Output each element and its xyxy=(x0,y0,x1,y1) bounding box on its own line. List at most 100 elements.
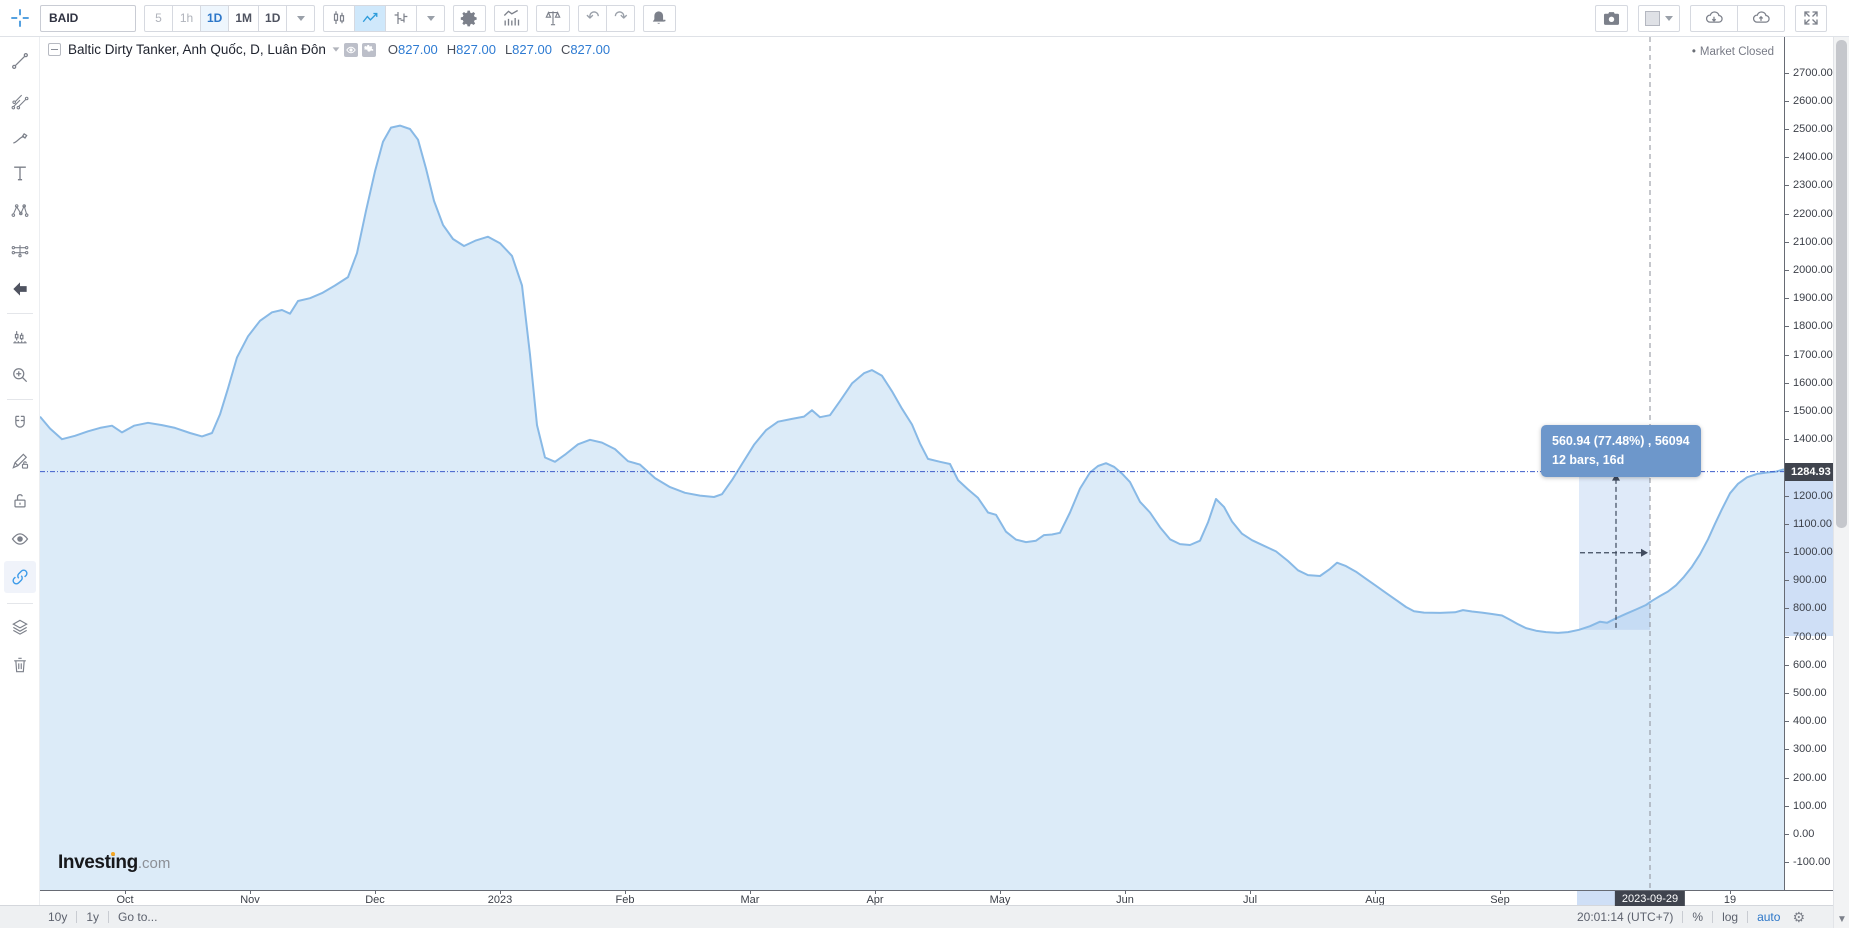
back-arrow-button[interactable] xyxy=(4,273,36,305)
brush-tool[interactable] xyxy=(4,122,36,154)
investing-logo[interactable]: Investing.com xyxy=(58,852,170,874)
zoom-in-tool[interactable] xyxy=(4,359,36,391)
indicators-button[interactable] xyxy=(494,4,529,32)
range-button-go-to-[interactable]: Go to... xyxy=(118,910,157,924)
undo-icon: ↶ xyxy=(586,9,600,26)
measure-tooltip: 560.94 (77.48%) , 56094 12 bars, 16d xyxy=(1541,425,1701,477)
axis-mode-log[interactable]: log xyxy=(1722,910,1738,924)
unlock-tool[interactable] xyxy=(4,485,36,517)
legend-eye-icon[interactable] xyxy=(343,42,358,57)
chart-application: 51h1D1M1D xyxy=(0,0,1849,928)
clock-label[interactable]: 20:01:14 (UTC+7) xyxy=(1577,910,1673,924)
time-axis-tick xyxy=(750,891,751,894)
open-label: O xyxy=(387,42,399,57)
trend-line-tool[interactable] xyxy=(4,45,36,77)
time-axis[interactable]: Oct Nov Dec 2023 Feb Mar Apr May Jun Jul Aug Sep 19 … xyxy=(40,890,1833,906)
interval-dropdown-button[interactable] xyxy=(286,4,316,32)
pitchfork-tool[interactable] xyxy=(4,85,36,117)
caret-down-icon[interactable] xyxy=(332,47,340,52)
time-axis-tick xyxy=(125,891,126,894)
text-tool[interactable] xyxy=(4,157,36,189)
crosshair-date-label: 2023-09-29 xyxy=(1614,891,1686,906)
range-button-1y[interactable]: 1y xyxy=(86,910,99,924)
load-chart-button[interactable] xyxy=(1690,4,1738,32)
screenshot-camera-button[interactable] xyxy=(1595,4,1628,32)
caret-down-icon xyxy=(426,15,435,21)
bottom-toolbar: 10y 1y Go to... 20:01:14 (UTC+7) % log auto … xyxy=(0,905,1833,928)
legend-title[interactable]: Baltic Dirty Tanker, Anh Quốc, D, Luân Đ… xyxy=(68,42,326,57)
chart-legend: Baltic Dirty Tanker, Anh Quốc, D, Luân Đ… xyxy=(48,42,619,57)
crosshair-logo-icon xyxy=(0,7,40,29)
link-tool[interactable] xyxy=(4,561,36,593)
candlestick-style-button[interactable] xyxy=(323,4,356,32)
time-axis-tick xyxy=(1125,891,1126,894)
settings-gear-button[interactable] xyxy=(453,4,487,32)
price-axis[interactable]: 2700.00 2600.00 2500.00 2400.00 2300.00 2200.… xyxy=(1784,37,1833,890)
interval-button-1M-3[interactable]: 1M xyxy=(228,4,260,32)
redo-button[interactable]: ↷ xyxy=(606,4,636,32)
symbol-input[interactable] xyxy=(40,4,136,32)
interval-button-1h-1[interactable]: 1h xyxy=(172,4,201,32)
high-label: H xyxy=(446,42,457,57)
xabcd-pattern-tool[interactable] xyxy=(4,195,36,227)
range-button-10y[interactable]: 10y xyxy=(48,910,67,924)
layout-grid-icon xyxy=(1645,10,1660,26)
axis-mode-auto[interactable]: auto xyxy=(1757,910,1780,924)
close-label: C xyxy=(560,42,571,57)
object-tree-layers-tool[interactable] xyxy=(4,611,36,643)
time-axis-tick xyxy=(1730,891,1731,894)
open-value: 827.00 xyxy=(398,42,438,57)
bar-pattern-tool[interactable] xyxy=(4,321,36,353)
legend-gear-icon[interactable] xyxy=(361,42,376,57)
status-dot-icon: • xyxy=(1691,46,1696,58)
area-chart-style-button[interactable] xyxy=(354,4,387,32)
top-toolbar: 51h1D1M1D xyxy=(0,0,1849,37)
caret-down-icon xyxy=(296,15,305,21)
time-axis-tick xyxy=(1500,891,1501,894)
save-chart-button[interactable] xyxy=(1737,4,1785,32)
fullscreen-button[interactable] xyxy=(1795,4,1827,32)
magnet-tool[interactable] xyxy=(4,407,36,439)
interval-button-1D-4[interactable]: 1D xyxy=(258,4,288,32)
ohlc-values: O827.00 H827.00 L827.00 C827.00 xyxy=(388,42,619,57)
last-price-label: 1284.93 xyxy=(1785,462,1833,481)
compare-scales-button[interactable] xyxy=(536,4,571,32)
measure-tooltip-line2: 12 bars, 16d xyxy=(1552,452,1625,467)
page-scrollbar[interactable]: ▼ xyxy=(1833,37,1849,928)
hide-drawings-eye-tool[interactable] xyxy=(4,523,36,555)
bar-style-button[interactable] xyxy=(385,4,418,32)
bottom-right-controls: 20:01:14 (UTC+7) % log auto ⚙ xyxy=(1577,909,1805,926)
time-axis-tick xyxy=(250,891,251,894)
market-status-badge: • Market Closed xyxy=(1691,46,1774,58)
caret-down-icon xyxy=(1665,15,1673,21)
topbar-right-cluster xyxy=(1585,4,1827,32)
undo-button[interactable]: ↶ xyxy=(578,4,608,32)
style-dropdown-button[interactable] xyxy=(416,4,446,32)
scrollbar-thumb[interactable] xyxy=(1836,40,1847,528)
edit-lock-tool[interactable] xyxy=(4,445,36,477)
measure-tooltip-line1: 560.94 (77.48%) , 56094 xyxy=(1552,434,1690,448)
time-axis-tick xyxy=(1000,891,1001,894)
range-buttons: 10y 1y Go to... xyxy=(48,910,157,924)
legend-collapse-icon[interactable] xyxy=(48,43,61,56)
remove-drawings-trash-tool[interactable] xyxy=(4,649,36,681)
create-alert-button[interactable] xyxy=(643,4,677,32)
time-axis-tick xyxy=(875,891,876,894)
time-axis-tick xyxy=(625,891,626,894)
axis-settings-gear-icon[interactable]: ⚙ xyxy=(1792,909,1805,926)
time-axis-tick xyxy=(1375,891,1376,894)
measure-band[interactable] xyxy=(1579,471,1650,630)
close-value: 827.00 xyxy=(570,42,611,57)
axis-mode-[interactable]: % xyxy=(1692,910,1703,924)
interval-button-1D-2[interactable]: 1D xyxy=(200,4,230,32)
time-axis-tick xyxy=(375,891,376,894)
redo-icon: ↷ xyxy=(614,9,628,26)
forecast-tool[interactable] xyxy=(4,235,36,267)
drawing-tools-rail xyxy=(0,37,40,905)
chart-pane[interactable]: Baltic Dirty Tanker, Anh Quốc, D, Luân Đ… xyxy=(40,37,1784,890)
interval-button-5-0[interactable]: 5 xyxy=(144,4,173,32)
layout-select-button[interactable] xyxy=(1638,4,1680,32)
scrollbar-down-arrow[interactable]: ▼ xyxy=(1834,911,1849,928)
high-value: 827.00 xyxy=(456,42,496,57)
price-area-chart xyxy=(40,37,1784,890)
